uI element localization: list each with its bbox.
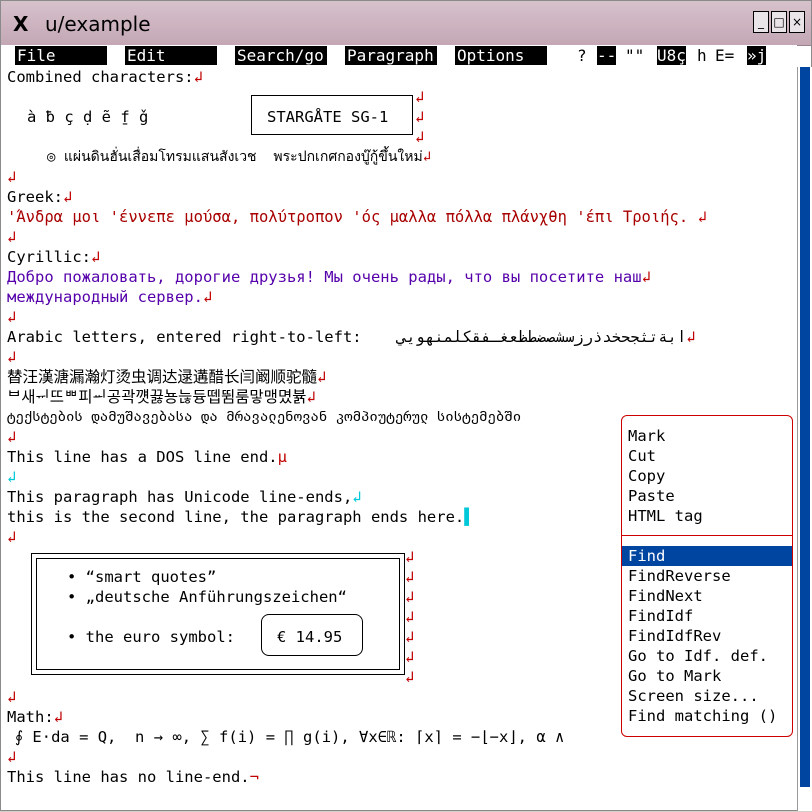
menu-item-find-reverse[interactable]: FindReverse	[628, 566, 731, 586]
paragraph-mark-icon: ↲	[193, 68, 203, 86]
dos-line-end-icon: µ	[277, 448, 287, 466]
last-line: This line has no line-end.	[7, 768, 250, 786]
stargate-text: STARGÅTE SG-1	[267, 108, 389, 126]
mark-indicator[interactable]: »j	[747, 46, 767, 65]
h-indicator[interactable]: h	[697, 46, 707, 65]
menu-item-mark[interactable]: Mark	[628, 426, 665, 446]
text-line: Combined characters:	[7, 68, 194, 86]
cursor-icon: ▌	[464, 508, 474, 526]
app-x-icon: X	[13, 12, 29, 36]
cyrillic-text: Добро пожаловать, дорогие друзья! Мы оче…	[7, 268, 642, 286]
unicode-para-line: this is the second line, the paragraph e…	[7, 508, 465, 526]
menu-edit[interactable]: Edit	[125, 46, 217, 65]
paragraph-mark-icon: ↲	[415, 108, 425, 126]
dos-line: This line has a DOS line end.	[7, 448, 278, 466]
quote-indicator[interactable]: ""	[625, 46, 644, 65]
menu-file[interactable]: File	[15, 46, 107, 65]
editor-window: X u/example _ □ × File Edit Search/go Pa…	[0, 0, 812, 811]
list-item: the euro symbol:	[85, 628, 235, 646]
no-line-end-icon: ¬	[249, 768, 259, 786]
paragraph-mark-icon: ↲	[317, 368, 327, 386]
menu-item-find-idf-rev[interactable]: FindIdfRev	[628, 626, 721, 646]
bullet-icon: •	[67, 568, 86, 586]
close-button[interactable]: ×	[789, 11, 805, 33]
scroll-thumb[interactable]	[800, 67, 810, 787]
menu-item-paste[interactable]: Paste	[628, 486, 675, 506]
paragraph-mark-icon: ↲	[306, 388, 316, 406]
paragraph-mark-icon: ↲	[202, 288, 213, 306]
bullet-icon: •	[67, 628, 86, 646]
menu-item-find-idf[interactable]: FindIdf	[628, 606, 693, 626]
paragraph-mark-icon: ↲	[7, 348, 17, 366]
menu-options[interactable]: Options	[455, 46, 547, 65]
paragraph-mark-icon: ↲	[686, 328, 696, 346]
title-bar[interactable]: X u/example _ □ ×	[1, 1, 811, 46]
paragraph-mark-icon: ↲	[405, 668, 415, 686]
help-indicator[interactable]: ?	[577, 46, 587, 65]
context-menu: Mark Cut Copy Paste HTML tag Find FindRe…	[621, 415, 793, 737]
math-line: ∮ E⋅da = Q, n → ∞, ∑ f(i) = ∏ g(i), ∀x∈ℝ…	[15, 728, 565, 746]
text-line: Math:	[7, 708, 54, 726]
paragraph-mark-icon: ↲	[405, 568, 415, 586]
paragraph-mark-icon: ↲	[63, 188, 73, 206]
menu-item-go-to-idf-def[interactable]: Go to Idf. def.	[628, 646, 768, 666]
encoding-indicator[interactable]: U8ç	[657, 46, 686, 65]
menu-search-go[interactable]: Search/go	[235, 46, 327, 65]
georgian-text: ტექსტების დამუშავებასა და მრავალენოვან კ…	[7, 409, 522, 425]
paragraph-mark-icon: ↲	[405, 628, 415, 646]
menu-paragraph[interactable]: Paragraph	[345, 46, 437, 65]
window-title: u/example	[45, 12, 151, 36]
thai-text: ◎ แผ่นดินฮั่นเสื่อมโทรมแสนสังเวช พระปกเก…	[47, 149, 423, 165]
vertical-scrollbar[interactable]	[797, 67, 812, 811]
text-line: Arabic letters, entered right-to-left:	[7, 328, 362, 346]
menu-item-find-matching[interactable]: Find matching ()	[628, 706, 777, 726]
hangul-text: ᄇ새ᆔ뜨ᄈ피ᆈ공곽꺳끓뇽늖듕뗍뜀룸맣맹몄뷹	[7, 388, 307, 406]
paragraph-mark-icon: ↲	[405, 648, 415, 666]
paragraph-mark-icon: ↲	[91, 248, 101, 266]
menu-item-html-tag[interactable]: HTML tag	[628, 506, 703, 526]
paragraph-mark-icon: ↲	[415, 88, 425, 106]
paragraph-mark-icon: ↲	[415, 128, 425, 146]
e-indicator[interactable]: E=	[715, 46, 734, 65]
unicode-para-line: This paragraph has Unicode line-ends,	[7, 488, 353, 506]
menu-separator	[622, 535, 792, 536]
unicode-line-end-icon: ↲	[352, 488, 362, 506]
euro-value: € 14.95	[277, 628, 343, 646]
text-line: Greek:	[7, 188, 63, 206]
paragraph-mark-icon: ↲	[422, 149, 432, 165]
unicode-line-end-icon: ↲	[7, 468, 17, 486]
modified-indicator[interactable]: --	[597, 46, 617, 65]
list-item: “smart quotes”	[85, 568, 217, 586]
menu-item-screen-size[interactable]: Screen size...	[628, 686, 759, 706]
arabic-text: ابةتثجحخدذرزسشصضطظعغـفقكلمنهويي	[397, 328, 687, 346]
paragraph-mark-icon: ↲	[53, 708, 64, 726]
minimize-button[interactable]: _	[753, 11, 769, 33]
paragraph-mark-icon: ↲	[7, 228, 17, 246]
paragraph-mark-icon: ↲	[7, 168, 17, 186]
maximize-button[interactable]: □	[771, 11, 787, 33]
menu-item-go-to-mark[interactable]: Go to Mark	[628, 666, 721, 686]
paragraph-mark-icon: ↲	[7, 748, 17, 766]
paragraph-mark-icon: ↲	[688, 208, 707, 226]
menu-item-cut[interactable]: Cut	[628, 446, 656, 466]
menu-bar: File Edit Search/go Paragraph Options ? …	[1, 45, 797, 67]
combined-characters-sample: à ƀ ç ḍ ẽ f̱ ǧ	[27, 108, 149, 126]
paragraph-mark-icon: ↲	[7, 528, 17, 546]
paragraph-mark-icon: ↲	[405, 608, 415, 626]
menu-item-copy[interactable]: Copy	[628, 466, 665, 486]
paragraph-mark-icon: ↲	[405, 548, 415, 566]
paragraph-mark-icon: ↲	[7, 308, 17, 326]
paragraph-mark-icon: ↲	[405, 588, 415, 606]
paragraph-mark-icon: ↲	[641, 268, 651, 286]
menu-item-find-next[interactable]: FindNext	[628, 586, 703, 606]
cyrillic-text: международный сервер.	[7, 288, 203, 306]
text-line: Cyrillic:	[7, 248, 91, 266]
list-item: „deutsche Anführungszeichen“	[85, 588, 347, 606]
paragraph-mark-icon: ↲	[7, 688, 17, 706]
menu-item-find[interactable]: Find	[622, 546, 792, 566]
bullet-icon: •	[67, 588, 86, 606]
paragraph-mark-icon: ↲	[7, 428, 17, 446]
cjk-text: 替汪漢溏漏瀚灯烫虫调达逯遘醋长闫阚顺驼髓	[7, 368, 318, 386]
greek-text: 'Άνδρα μοι 'έννεπε μούσα, πολύτροπον 'ός…	[7, 208, 689, 226]
